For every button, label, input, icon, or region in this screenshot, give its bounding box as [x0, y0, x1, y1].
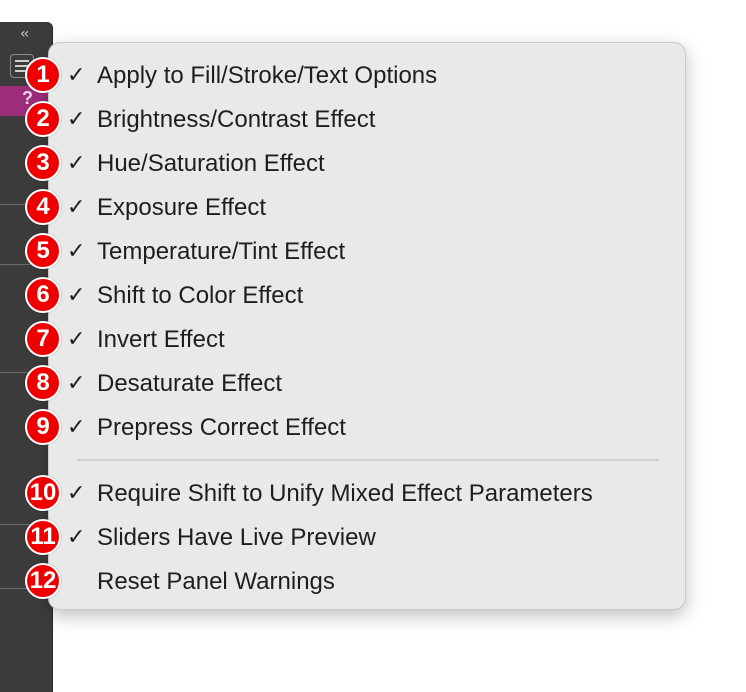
menu-item-label: Prepress Correct Effect — [97, 414, 346, 441]
menu-item-brightness-contrast-effect[interactable]: ✓ Brightness/Contrast Effect — [49, 103, 669, 137]
collapse-panel-icon[interactable]: ‹‹ — [20, 26, 29, 42]
checkmark-icon: ✓ — [67, 327, 86, 352]
menu-separator — [77, 459, 659, 461]
checkmark-icon: ✓ — [67, 371, 86, 396]
menu-item-shift-to-color-effect[interactable]: ✓ Shift to Color Effect — [49, 279, 669, 313]
checkmark-icon: ✓ — [67, 481, 86, 506]
menu-item-exposure-effect[interactable]: ✓ Exposure Effect — [49, 191, 669, 225]
callout-badge: 10 — [25, 475, 61, 511]
callout-badge: 2 — [25, 101, 61, 137]
effects-options-menu: ✓ Apply to Fill/Stroke/Text Options ✓ Br… — [48, 42, 686, 610]
menu-item-sliders-have-live-preview[interactable]: ✓ Sliders Have Live Preview — [49, 521, 669, 555]
checkmark-icon: ✓ — [67, 151, 86, 176]
checkmark-icon: ✓ — [67, 415, 86, 440]
callout-badge: 3 — [25, 145, 61, 181]
menu-item-hue-saturation-effect[interactable]: ✓ Hue/Saturation Effect — [49, 147, 669, 181]
menu-item-invert-effect[interactable]: ✓ Invert Effect — [49, 323, 669, 357]
checkmark-icon: ✓ — [67, 195, 86, 220]
menu-item-prepress-correct-effect[interactable]: ✓ Prepress Correct Effect — [49, 411, 669, 445]
menu-item-require-shift-to-unify[interactable]: ✓ Require Shift to Unify Mixed Effect Pa… — [49, 477, 669, 511]
menu-item-label: Require Shift to Unify Mixed Effect Para… — [97, 480, 593, 507]
callout-badge: 1 — [25, 57, 61, 93]
menu-item-label: Shift to Color Effect — [97, 282, 304, 309]
checkmark-icon: ✓ — [67, 239, 86, 264]
menu-item-label: Apply to Fill/Stroke/Text Options — [97, 62, 438, 89]
checkmark-icon: ✓ — [67, 107, 86, 132]
menu-item-label: Reset Panel Warnings — [97, 568, 335, 595]
callout-badge: 9 — [25, 409, 61, 445]
menu-item-label: Sliders Have Live Preview — [97, 524, 376, 551]
callout-badge: 7 — [25, 321, 61, 357]
menu-item-label: Exposure Effect — [97, 194, 266, 221]
menu-item-label: Desaturate Effect — [97, 370, 282, 397]
menu-item-apply-to-fill-stroke-text-options[interactable]: ✓ Apply to Fill/Stroke/Text Options — [49, 59, 669, 93]
menu-item-reset-panel-warnings[interactable]: Reset Panel Warnings — [49, 565, 669, 599]
callout-badge: 8 — [25, 365, 61, 401]
callout-badge: 11 — [25, 519, 61, 555]
checkmark-icon: ✓ — [67, 63, 86, 88]
checkmark-icon: ✓ — [67, 525, 86, 550]
callout-badge: 4 — [25, 189, 61, 225]
menu-item-label: Hue/Saturation Effect — [97, 150, 325, 177]
callout-badge: 12 — [25, 563, 61, 599]
menu-item-label: Temperature/Tint Effect — [97, 238, 346, 265]
callout-badge: 6 — [25, 277, 61, 313]
callout-badge: 5 — [25, 233, 61, 269]
menu-item-label: Invert Effect — [97, 326, 225, 353]
checkmark-icon: ✓ — [67, 283, 86, 308]
menu-item-temperature-tint-effect[interactable]: ✓ Temperature/Tint Effect — [49, 235, 669, 269]
menu-item-desaturate-effect[interactable]: ✓ Desaturate Effect — [49, 367, 669, 401]
menu-item-label: Brightness/Contrast Effect — [97, 106, 376, 133]
